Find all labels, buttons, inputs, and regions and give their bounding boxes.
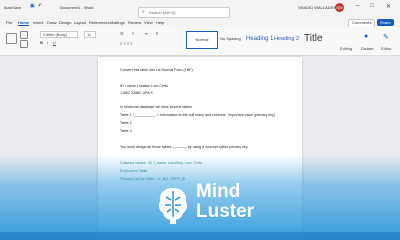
search-placeholder: Search (Alt+Q) [149,10,176,15]
italic-icon[interactable]: I [47,40,48,45]
indent-icon[interactable]: ⇥ [144,31,147,36]
bullets-icon[interactable]: ☰ [120,31,124,36]
document-title: Document1 - Word [60,5,94,10]
user-name: SHADID WALLADEN [298,5,337,10]
style-heading-1[interactable]: Heading 1 [246,31,273,47]
doc-line-7: Table 3 [120,129,132,133]
font-size-select[interactable]: 11 [84,31,97,38]
style-heading-2[interactable]: Heading 2 [274,31,299,47]
tab-draw[interactable]: Draw [47,20,56,25]
tab-file[interactable]: File [6,20,12,25]
logo-line-2: Luster [196,201,255,222]
maximize-icon[interactable]: □ [370,3,374,9]
search-icon: ⌕ [142,9,145,15]
undo-icon[interactable]: ↶ [38,3,42,9]
tab-references[interactable]: References [89,20,109,25]
ribbon-tabs: File Home Insert Draw Design Layout Refe… [0,18,400,28]
doc-line-8: You must design all those tables ———— by… [120,145,248,149]
copy-icon[interactable] [20,40,28,48]
paragraph-mark-icon[interactable]: ¶ [156,31,158,36]
doc-line-4: In relational database we have several t… [120,105,192,109]
editor-button[interactable]: Editor [381,46,391,51]
tab-insert[interactable]: Insert [33,20,43,25]
title-bar: AutoSave ▣ ↶ Document1 - Word ⌕ Search (… [0,0,400,19]
autosave-label[interactable]: AutoSave [4,5,21,10]
style-normal[interactable]: Normal [186,31,218,49]
paste-icon[interactable] [6,33,17,44]
share-button[interactable]: Share [377,19,394,26]
tab-review[interactable]: Review [128,20,141,25]
bold-icon[interactable]: B [40,40,43,45]
doc-line-1: Convert this table into 1st Normal Form … [120,68,194,72]
dictate-button[interactable]: Dictate [361,46,373,51]
minimize-icon[interactable]: – [356,3,359,9]
tab-view[interactable]: View [144,20,153,25]
underline-icon[interactable]: U [53,40,56,45]
editor-icon[interactable]: ✎ [383,33,389,41]
font-name-select[interactable]: Calibri (Body) [40,31,79,38]
doc-line-2: ID • name Location Lvm Certu [120,84,168,88]
microphone-icon[interactable]: ● [364,33,368,40]
tab-home[interactable]: Home [18,20,30,26]
search-input[interactable]: ⌕ Search (Alt+Q) [138,7,230,18]
cut-icon[interactable] [20,31,28,39]
doc-line-6: Table 2 [120,121,132,125]
tab-layout[interactable]: Layout [74,20,86,25]
brain-icon [159,188,187,224]
tab-mailings[interactable]: Mailings [110,20,125,25]
style-title[interactable]: Title [304,31,323,47]
style-no-spacing[interactable]: No Spacing [220,31,241,47]
numbering-icon[interactable]: ≡ [132,31,134,36]
tab-help[interactable]: Help [156,20,164,25]
logo-line-1: Mind [196,181,241,202]
tab-design[interactable]: Design [59,20,71,25]
doc-line-3: 1 ABC XMBC UPA K [120,91,153,95]
save-icon[interactable]: ▣ [30,3,35,9]
doc-line-5: Table 1 :___________ = Information to th… [120,113,276,117]
editing-button[interactable]: Editing [340,46,352,51]
close-icon[interactable]: ✕ [386,3,391,10]
avatar[interactable]: SW [335,3,344,12]
status-bar [0,232,400,240]
align-icons[interactable]: ≡ ≡ ≡ ≡ [120,41,133,46]
